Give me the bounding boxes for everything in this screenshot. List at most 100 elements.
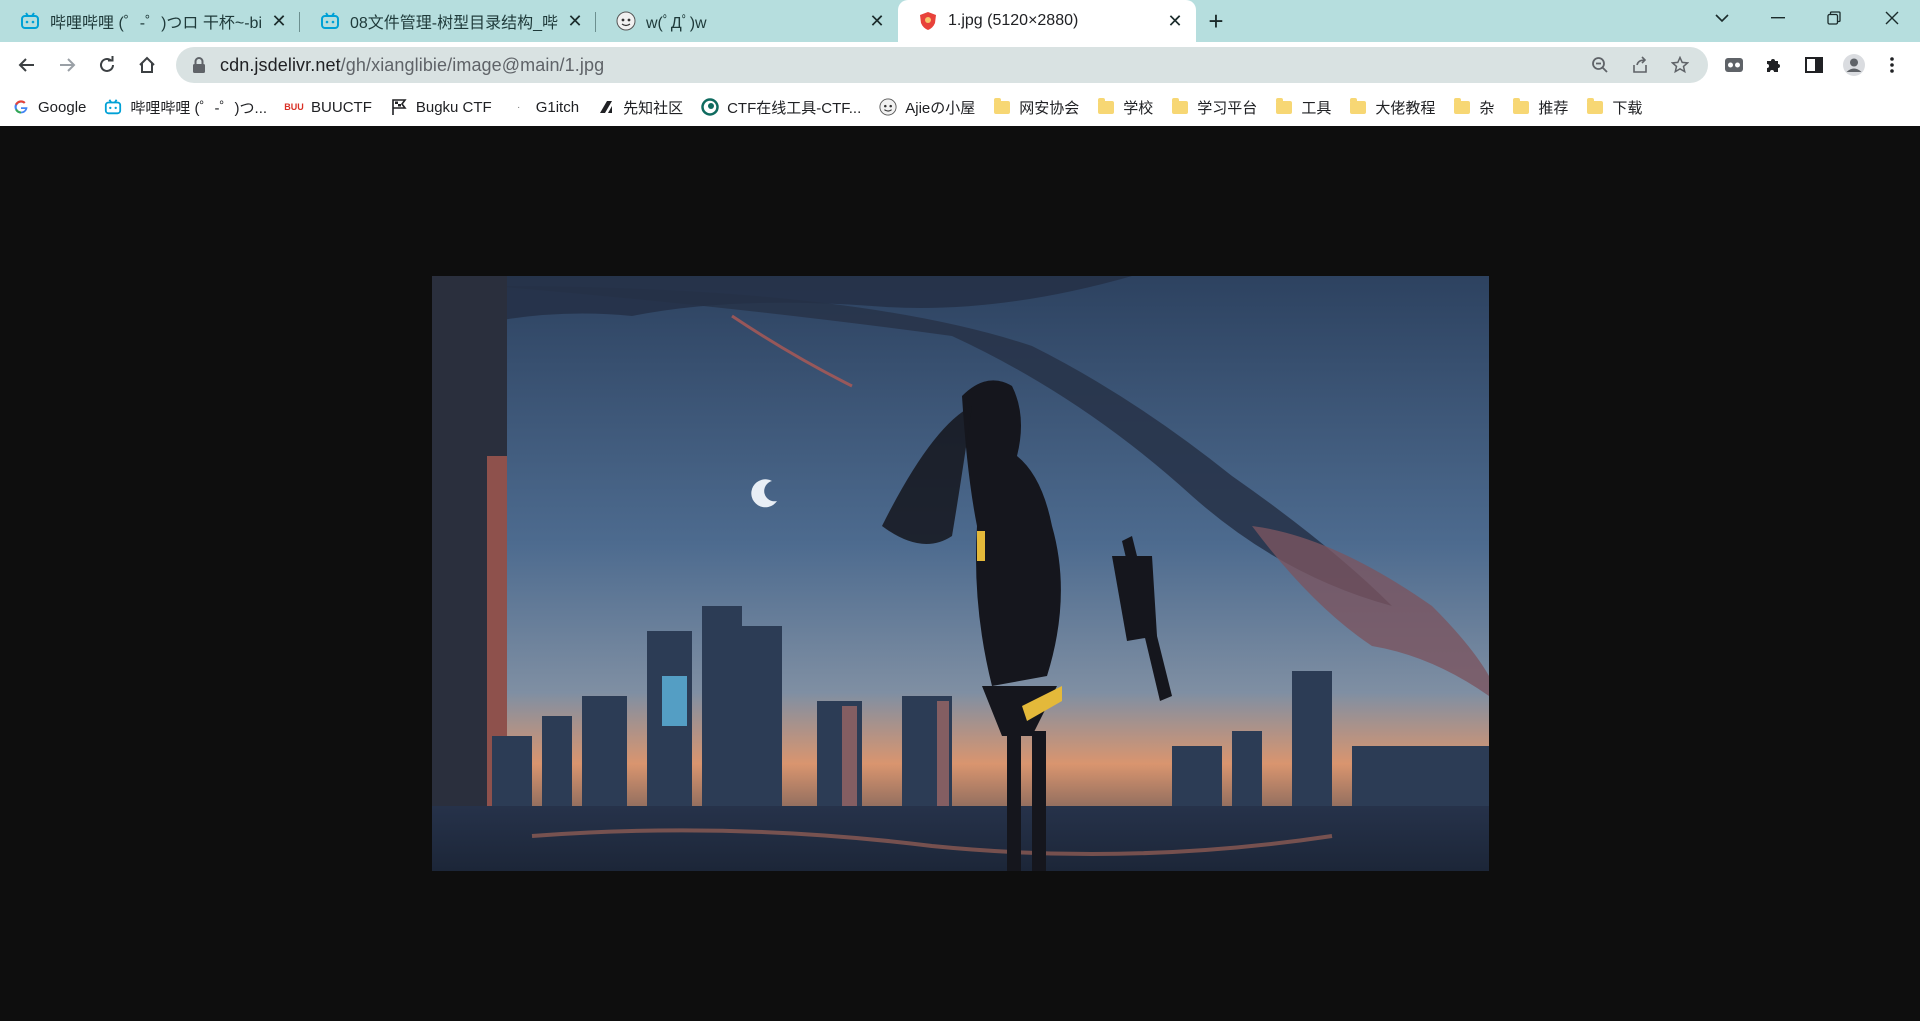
tab-search-button[interactable] (1694, 0, 1750, 36)
tab-bilibili-home[interactable]: 哔哩哔哩 (゜-゜)つロ 干杯~-bilibili ✕ (0, 0, 300, 42)
home-icon (139, 56, 155, 73)
bookmark-label: 哔哩哔哩 (゜-゜)つ... (130, 99, 268, 117)
bookmark-label: 推荐 (1538, 99, 1569, 117)
restore-button[interactable] (1806, 0, 1862, 36)
tab-w-d-w[interactable]: w(ﾟДﾟ)w ✕ (596, 0, 898, 42)
profile-button[interactable] (1834, 45, 1874, 85)
bookmark-folder-misc[interactable]: 杂 (1453, 97, 1494, 118)
folder-icon (1276, 97, 1293, 114)
bilibili-icon (21, 12, 39, 29)
ctftools-icon (701, 98, 719, 116)
tab-bilibili-video[interactable]: 08文件管理-树型目录结构_哔哩哔哩 ✕ (300, 0, 596, 42)
avatar-icon (616, 11, 636, 31)
star-icon (1671, 56, 1689, 74)
minimize-button[interactable] (1750, 0, 1806, 36)
bookmark-xianzhi[interactable]: 先知社区 (597, 97, 683, 118)
avatar-icon (879, 98, 897, 116)
bookmark-label: BUUCTF (311, 98, 372, 116)
folder-icon (1454, 97, 1471, 114)
lock-icon[interactable] (192, 57, 206, 73)
bilibili-icon (104, 98, 122, 116)
url-path: /gh/xianglibie/image@main/1.jpg (340, 54, 605, 75)
close-tab-icon[interactable]: ✕ (866, 10, 888, 32)
share-icon (1633, 56, 1647, 73)
folder-icon (1587, 97, 1604, 114)
close-icon (1885, 11, 1899, 25)
bookmark-folder-school[interactable]: 学校 (1097, 97, 1153, 118)
bookmark-label: 大佬教程 (1375, 99, 1436, 117)
tab-strip: 哔哩哔哩 (゜-゜)つロ 干杯~-bilibili ✕ 08文件管理-树型目录结… (0, 0, 1920, 42)
shield-icon (920, 12, 936, 30)
puzzle-icon (1767, 59, 1780, 72)
close-tab-icon[interactable]: ✕ (268, 10, 290, 32)
tab-title: 哔哩哔哩 (゜-゜)つロ 干杯~-bilibili (50, 15, 262, 32)
arrow-right-icon (60, 58, 76, 72)
bookmark-label: Bugku CTF (415, 98, 492, 116)
image-viewer (0, 126, 1920, 1021)
chevron-down-icon (1715, 14, 1729, 23)
bookmark-g1itch[interactable]: · G1itch (510, 98, 579, 116)
bookmark-folder-wangan[interactable]: 网安协会 (993, 97, 1079, 118)
close-tab-icon[interactable]: ✕ (1164, 10, 1186, 32)
folder-icon (1513, 97, 1530, 114)
zoom-button[interactable] (1580, 47, 1620, 83)
extensions-button[interactable] (1754, 45, 1794, 85)
browser-toolbar: cdn.jsdelivr.net/gh/xianglibie/image@mai… (0, 42, 1920, 88)
bookmark-folder-learning[interactable]: 学习平台 (1171, 97, 1257, 118)
back-button[interactable] (7, 45, 47, 85)
zoom-out-icon (1592, 57, 1608, 73)
avatar-icon (1843, 54, 1865, 76)
tab-title: 08文件管理-树型目录结构_哔哩哔哩 (350, 15, 558, 32)
folder-icon (1172, 97, 1189, 114)
bookmark-label: CTF在线工具-CTF... (727, 99, 862, 117)
restore-icon (1827, 11, 1841, 25)
bookmark-label: 学校 (1123, 99, 1154, 117)
tab-title: w(ﾟДﾟ)w (646, 15, 707, 32)
bookmark-folder-tools[interactable]: 工具 (1275, 97, 1331, 118)
bookmark-buuctf[interactable]: BUU BUUCTF (284, 98, 372, 116)
home-button[interactable] (127, 45, 167, 85)
menu-button[interactable] (1872, 45, 1912, 85)
bookmark-label: 杂 (1479, 99, 1495, 117)
bookmark-label: G1itch (535, 98, 580, 116)
minimize-icon (1771, 17, 1785, 19)
bookmark-label: Google (38, 98, 87, 116)
side-panel-button[interactable] (1794, 45, 1834, 85)
reload-button[interactable] (87, 45, 127, 85)
bookmark-ajie[interactable]: Ajieの小屋 (879, 97, 975, 118)
bookmarks-bar: Google 哔哩哔哩 (゜-゜)つ... BUU BUUCTF Bugku C… (0, 88, 1920, 126)
bookmark-folder-recommend[interactable]: 推荐 (1512, 97, 1568, 118)
url-text[interactable]: cdn.jsdelivr.net/gh/xianglibie/image@mai… (220, 55, 604, 76)
bookmark-folder-download[interactable]: 下载 (1586, 97, 1642, 118)
bookmark-label: 下载 (1612, 99, 1643, 117)
buuctf-icon: BUU (284, 102, 304, 112)
arrow-left-icon (18, 58, 34, 72)
forward-button[interactable] (47, 45, 87, 85)
bookmark-bugku[interactable]: Bugku CTF (390, 98, 492, 116)
displayed-image[interactable] (432, 276, 1489, 871)
bookmark-folder-tutorials[interactable]: 大佬教程 (1349, 97, 1435, 118)
folder-icon (994, 97, 1011, 114)
side-panel-icon (1805, 57, 1823, 73)
bookmark-ctftools[interactable]: CTF在线工具-CTF... (701, 97, 861, 118)
address-bar[interactable]: cdn.jsdelivr.net/gh/xianglibie/image@mai… (176, 47, 1708, 83)
extension-app-icon (1725, 58, 1743, 72)
google-icon (12, 98, 30, 116)
bilibili-icon (321, 12, 339, 29)
share-button[interactable] (1620, 47, 1660, 83)
bookmark-label: Ajieの小屋 (905, 99, 976, 117)
reload-icon (100, 56, 114, 72)
close-window-button[interactable] (1864, 0, 1920, 36)
bookmark-bilibili[interactable]: 哔哩哔哩 (゜-゜)つ... (104, 97, 267, 118)
folder-icon (1350, 97, 1367, 114)
xianzhi-icon (597, 98, 615, 116)
bookmark-star-button[interactable] (1660, 47, 1700, 83)
close-tab-icon[interactable]: ✕ (564, 10, 586, 32)
bookmark-google[interactable]: Google (12, 98, 86, 116)
new-tab-button[interactable]: + (1196, 0, 1236, 42)
anime-cityscape-illustration (432, 276, 1489, 871)
extension-button[interactable] (1714, 45, 1754, 85)
tab-image-1jpg[interactable]: 1.jpg (5120×2880) ✕ (898, 0, 1196, 42)
url-host: cdn.jsdelivr.net (220, 54, 341, 75)
bookmark-label: 学习平台 (1197, 99, 1258, 117)
